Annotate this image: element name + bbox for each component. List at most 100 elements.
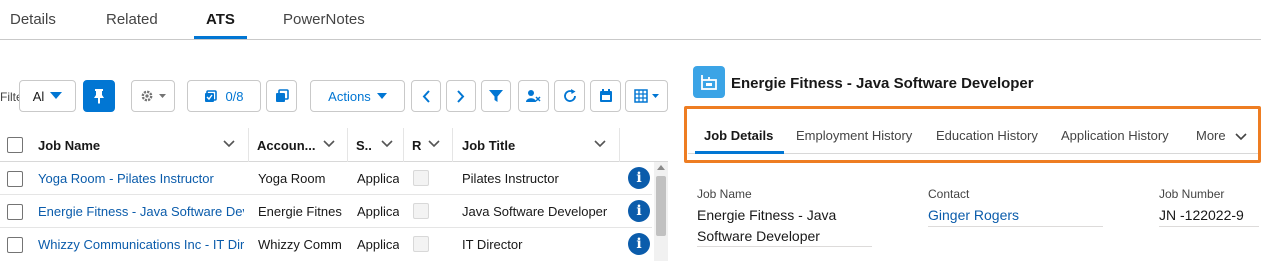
tab-application-history[interactable]: Application History bbox=[1061, 128, 1169, 143]
actions-label: Actions bbox=[328, 88, 371, 104]
tab-related[interactable]: Related bbox=[106, 11, 158, 28]
refresh-icon bbox=[563, 89, 576, 102]
tab-employment-history[interactable]: Employment History bbox=[796, 128, 912, 143]
job-title-cell: Java Software Developer bbox=[462, 204, 608, 219]
chevron-down-icon bbox=[376, 93, 387, 99]
clear-filter-button[interactable] bbox=[518, 80, 549, 112]
actions-dropdown-button[interactable]: Actions bbox=[310, 80, 405, 112]
next-button[interactable] bbox=[446, 80, 476, 112]
record-title: Energie Fitness - Java Software Develope… bbox=[731, 75, 1034, 92]
job-icon bbox=[701, 75, 717, 90]
pin-button[interactable] bbox=[83, 80, 115, 112]
contact-label: Contact bbox=[928, 187, 970, 201]
chevron-down-icon bbox=[1235, 132, 1247, 140]
jobs-table: Job Name Accoun... S.. R Job Title Yoga … bbox=[0, 128, 668, 261]
job-number-value: JN -122022-9 bbox=[1159, 207, 1244, 223]
chevron-left-icon bbox=[422, 89, 430, 103]
job-number-label: Job Number bbox=[1159, 187, 1225, 201]
scroll-up-arrow-icon[interactable] bbox=[657, 165, 665, 170]
tab-job-details[interactable]: Job Details bbox=[704, 128, 773, 143]
stacked-windows-icon bbox=[275, 89, 289, 102]
show-selected-button[interactable] bbox=[266, 80, 297, 112]
contact-link[interactable]: Ginger Rogers bbox=[928, 207, 1019, 223]
select-all-header bbox=[0, 128, 30, 162]
previous-button[interactable] bbox=[411, 80, 441, 112]
table-row[interactable]: Whizzy Communications Inc - IT Dir Whizz… bbox=[0, 228, 652, 261]
filter-icon bbox=[489, 90, 503, 102]
r-checkbox bbox=[413, 203, 429, 219]
job-name-value-line1: Energie Fitness - Java bbox=[697, 207, 837, 223]
job-title-cell: Pilates Instructor bbox=[462, 171, 559, 186]
gear-icon bbox=[141, 90, 153, 102]
filter-value: Al bbox=[32, 88, 45, 104]
column-account[interactable]: Accoun... bbox=[249, 128, 348, 162]
list-toolbar: Filte Al 0/8 Actions bbox=[0, 80, 670, 112]
r-checkbox bbox=[413, 236, 429, 252]
refresh-button[interactable] bbox=[554, 80, 585, 112]
more-label: More bbox=[1196, 128, 1226, 143]
column-label: R bbox=[412, 137, 422, 153]
table-row[interactable]: Yoga Room - Pilates Instructor Yoga Room… bbox=[0, 162, 652, 195]
chevron-down-icon bbox=[652, 94, 659, 98]
table-icon bbox=[634, 89, 648, 103]
pin-icon bbox=[94, 89, 104, 104]
record-tabs-bar: Details Related ATS PowerNotes bbox=[0, 0, 1261, 40]
table-view-menu-button[interactable] bbox=[625, 80, 668, 112]
calendar-button[interactable] bbox=[590, 80, 621, 112]
chevron-right-icon bbox=[457, 89, 465, 103]
job-name-value-line2: Software Developer bbox=[697, 228, 820, 244]
selection-icon bbox=[205, 89, 218, 102]
chevron-down-icon[interactable] bbox=[594, 140, 606, 148]
table-row[interactable]: Energie Fitness - Java Software Deve Ene… bbox=[0, 195, 652, 228]
chevron-down-icon bbox=[50, 92, 63, 99]
column-job-title[interactable]: Job Title bbox=[453, 128, 620, 162]
column-status[interactable]: S.. bbox=[348, 128, 404, 162]
column-r[interactable]: R bbox=[404, 128, 453, 162]
filter-button[interactable] bbox=[481, 80, 511, 112]
filter-dropdown[interactable]: Al bbox=[19, 80, 76, 112]
select-all-checkbox[interactable] bbox=[7, 137, 23, 153]
job-record-icon bbox=[693, 66, 725, 98]
tab-ats[interactable]: ATS bbox=[206, 11, 235, 28]
job-name-link[interactable]: Energie Fitness - Java Software Deve bbox=[38, 195, 244, 228]
tab-more[interactable]: More bbox=[1196, 128, 1247, 143]
status-cell: Applica bbox=[357, 237, 399, 252]
chevron-down-icon[interactable] bbox=[381, 140, 393, 148]
status-cell: Applica bbox=[357, 171, 399, 186]
tab-education-history[interactable]: Education History bbox=[936, 128, 1038, 143]
column-label: Job Name bbox=[38, 137, 101, 153]
info-icon[interactable]: i bbox=[628, 200, 650, 222]
field-divider bbox=[1159, 226, 1259, 227]
job-name-link[interactable]: Whizzy Communications Inc - IT Dir bbox=[38, 228, 244, 261]
job-title-cell: IT Director bbox=[462, 237, 523, 252]
tab-details[interactable]: Details bbox=[10, 11, 56, 28]
info-icon[interactable]: i bbox=[628, 233, 650, 255]
account-cell: Energie Fitness bbox=[258, 204, 342, 219]
row-checkbox[interactable] bbox=[7, 171, 23, 187]
chevron-down-icon[interactable] bbox=[323, 140, 335, 148]
column-label: Job Title bbox=[462, 137, 516, 153]
settings-menu-button[interactable] bbox=[131, 80, 175, 112]
table-scrollbar[interactable] bbox=[654, 162, 668, 261]
column-job-name[interactable]: Job Name bbox=[30, 128, 249, 162]
r-checkbox bbox=[413, 170, 429, 186]
row-checkbox[interactable] bbox=[7, 204, 23, 220]
column-label: S.. bbox=[356, 137, 372, 153]
column-label: Accoun... bbox=[257, 137, 316, 153]
account-cell: Yoga Room bbox=[258, 171, 326, 186]
row-checkbox[interactable] bbox=[7, 237, 23, 253]
job-name-label: Job Name bbox=[697, 187, 752, 201]
tab-powernotes[interactable]: PowerNotes bbox=[283, 11, 365, 28]
info-icon[interactable]: i bbox=[628, 167, 650, 189]
scroll-thumb[interactable] bbox=[656, 176, 666, 236]
field-divider bbox=[697, 246, 872, 247]
selected-count-button[interactable]: 0/8 bbox=[187, 80, 261, 112]
job-name-link[interactable]: Yoga Room - Pilates Instructor bbox=[38, 162, 244, 195]
field-divider bbox=[928, 226, 1103, 227]
table-header: Job Name Accoun... S.. R Job Title bbox=[0, 128, 668, 162]
active-tab-indicator bbox=[194, 36, 247, 39]
chevron-down-icon[interactable] bbox=[223, 140, 235, 148]
status-cell: Applica bbox=[357, 204, 399, 219]
remove-user-icon bbox=[526, 90, 541, 102]
chevron-down-icon[interactable] bbox=[428, 140, 440, 148]
